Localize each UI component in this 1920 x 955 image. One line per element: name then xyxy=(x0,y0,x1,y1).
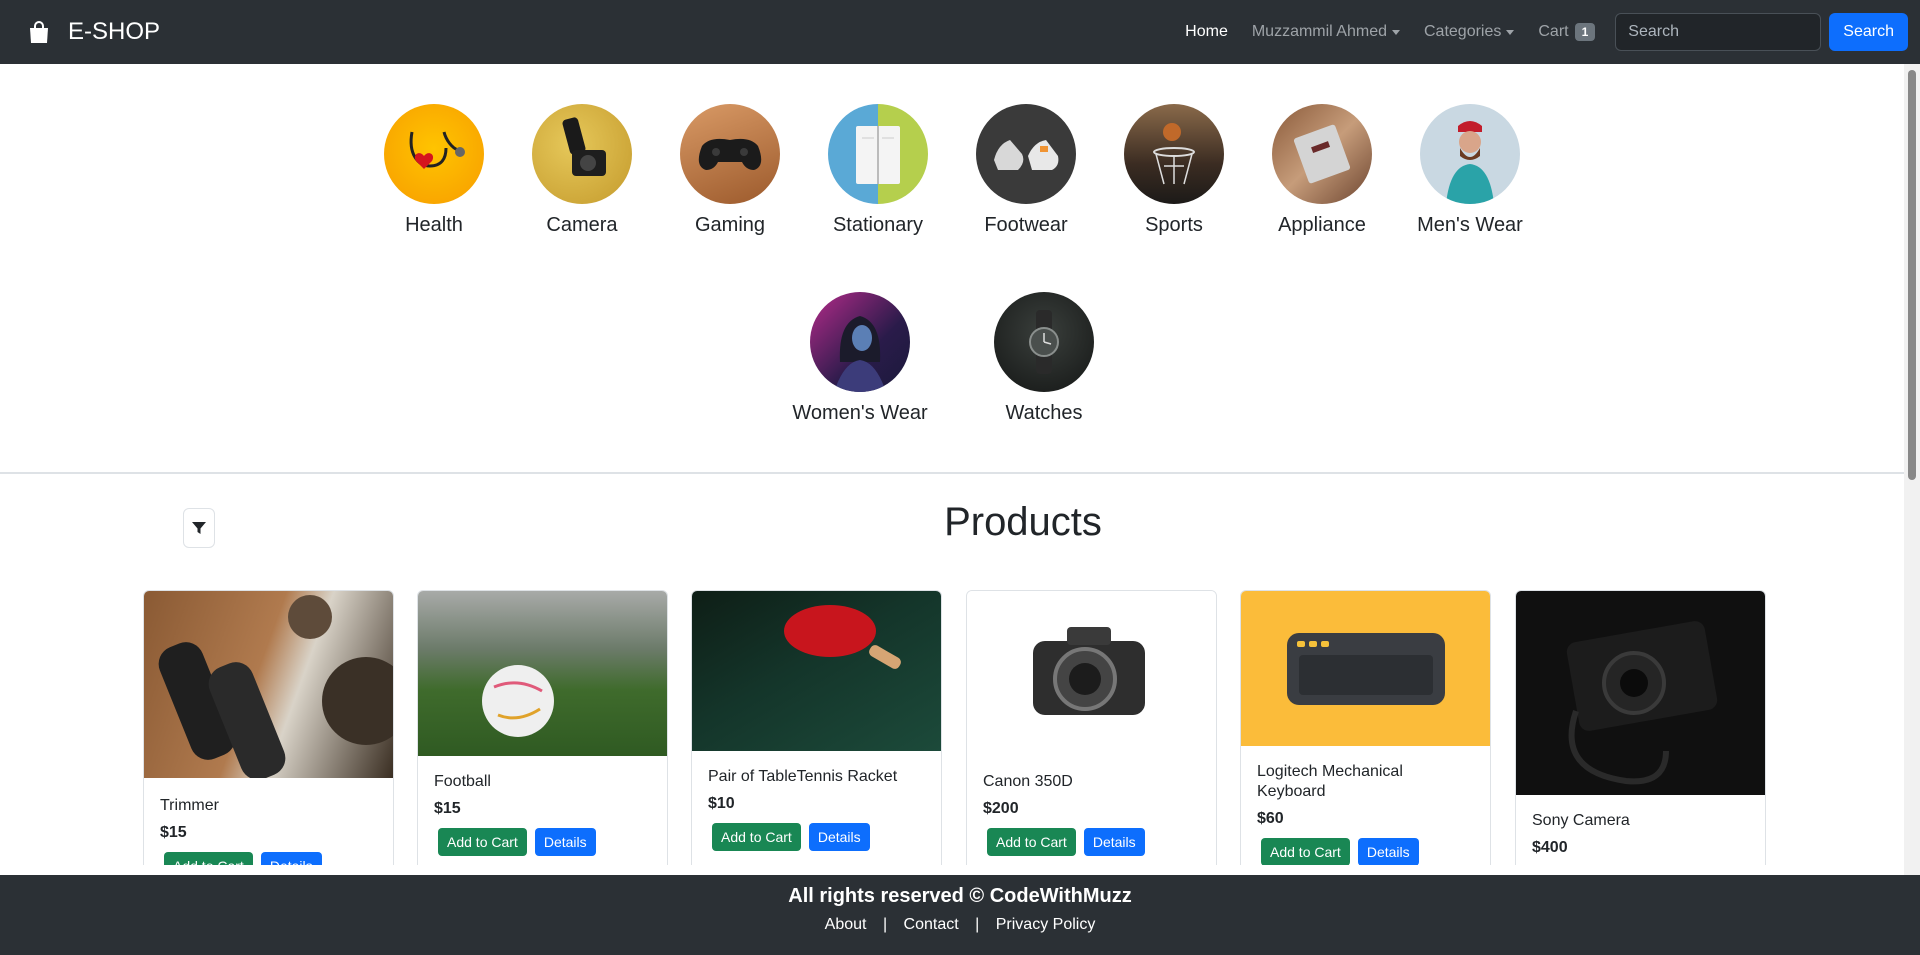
category-row: Health Camera Gaming Stationary Footwear… xyxy=(0,104,1904,237)
category-label: Stationary xyxy=(832,214,924,236)
womens-wear-icon xyxy=(810,292,910,392)
user-menu[interactable]: Muzzammil Ahmed xyxy=(1252,23,1400,41)
product-price: $200 xyxy=(983,800,1019,817)
mens-wear-icon xyxy=(1420,104,1520,204)
add-to-cart-button[interactable]: Add to Cart xyxy=(438,828,527,856)
page-scrollbar[interactable] xyxy=(1904,64,1920,875)
navbar: E-SHOP Home Muzzammil Ahmed Categories C… xyxy=(0,0,1920,64)
footer: All rights reserved © CodeWithMuzz About… xyxy=(0,875,1920,955)
section-divider xyxy=(0,472,1904,474)
category-label: Men's Wear xyxy=(1417,214,1523,236)
category-row: Women's Wear Watches xyxy=(0,292,1904,425)
chevron-down-icon xyxy=(1392,29,1400,35)
scrollbar-thumb[interactable] xyxy=(1908,70,1916,480)
add-to-cart-button[interactable]: Add to Cart xyxy=(1261,838,1350,865)
search-input[interactable] xyxy=(1615,13,1822,51)
stethoscope-icon xyxy=(384,104,484,204)
brand-name: E-SHOP xyxy=(68,18,161,45)
cart-link[interactable]: Cart 1 xyxy=(1538,23,1596,41)
footer-contact-link[interactable]: Contact xyxy=(904,916,959,933)
product-card: Football $15 Add to Cart Details xyxy=(417,590,668,865)
search-button[interactable]: Search xyxy=(1829,13,1908,51)
details-button[interactable]: Details xyxy=(1083,828,1145,856)
category-health[interactable]: Health xyxy=(360,104,508,237)
cart-label: Cart xyxy=(1538,23,1569,40)
product-image-trimmer xyxy=(144,591,393,778)
details-button[interactable]: Details xyxy=(808,823,870,851)
product-title: Logitech Mechanical Keyboard xyxy=(1257,763,1403,800)
add-to-cart-button[interactable]: Add to Cart xyxy=(164,852,253,865)
basketball-icon xyxy=(1124,104,1224,204)
shopping-bag-icon xyxy=(30,21,48,43)
product-title: Football xyxy=(434,773,491,790)
appliance-icon xyxy=(1272,104,1372,204)
category-watches[interactable]: Watches xyxy=(952,292,1136,425)
footer-links: About | Contact | Privacy Policy xyxy=(0,916,1920,934)
product-image-logitech-keyboard xyxy=(1241,591,1490,746)
category-camera[interactable]: Camera xyxy=(508,104,656,237)
nav-home-link[interactable]: Home xyxy=(1185,23,1228,41)
product-price: $15 xyxy=(434,800,461,817)
product-title: Canon 350D xyxy=(983,773,1073,790)
category-gaming[interactable]: Gaming xyxy=(656,104,804,237)
camera-icon xyxy=(532,104,632,204)
footer-separator: | xyxy=(975,916,980,933)
category-label: Appliance xyxy=(1278,214,1366,236)
product-price: $400 xyxy=(1532,839,1568,856)
sneaker-icon xyxy=(976,104,1076,204)
product-card: Canon 350D $200 Add to Cart Details xyxy=(966,590,1217,865)
footer-separator: | xyxy=(882,916,888,933)
product-card: Sony Camera $400 Add to Cart Details xyxy=(1515,590,1766,865)
category-label: Camera xyxy=(546,214,618,236)
category-label: Health xyxy=(405,214,463,236)
category-mens-wear[interactable]: Men's Wear xyxy=(1396,104,1544,237)
category-label: Gaming xyxy=(694,214,766,236)
add-to-cart-button[interactable]: Add to Cart xyxy=(987,828,1076,856)
category-sports[interactable]: Sports xyxy=(1100,104,1248,237)
chevron-down-icon xyxy=(1506,29,1515,35)
product-image-canon-camera xyxy=(967,591,1216,756)
category-label: Women's Wear xyxy=(792,402,928,424)
add-to-cart-button[interactable]: Add to Cart xyxy=(712,823,801,851)
product-title: Trimmer xyxy=(160,797,219,814)
brand[interactable]: E-SHOP xyxy=(28,18,160,46)
footer-about-link[interactable]: About xyxy=(825,916,867,933)
category-womens-wear[interactable]: Women's Wear xyxy=(768,292,952,425)
category-appliance[interactable]: Appliance xyxy=(1248,104,1396,237)
product-grid: Trimmer $15 Add to Cart Details Football… xyxy=(0,588,1904,865)
details-button[interactable]: Details xyxy=(260,852,322,865)
product-title: Pair of TableTennis Racket xyxy=(708,768,898,785)
watch-icon xyxy=(994,292,1094,392)
product-title: Sony Camera xyxy=(1532,812,1630,829)
footer-copyright: All rights reserved © CodeWithMuzz xyxy=(788,885,1132,907)
details-button[interactable]: Details xyxy=(1357,838,1419,865)
product-image-sony-camera xyxy=(1516,591,1765,795)
categories-menu[interactable]: Categories xyxy=(1424,23,1515,41)
category-stationary[interactable]: Stationary xyxy=(804,104,952,237)
products-heading: Products xyxy=(944,500,1102,544)
product-card: Logitech Mechanical Keyboard $60 Add to … xyxy=(1240,590,1491,865)
footer-privacy-link[interactable]: Privacy Policy xyxy=(996,916,1096,933)
category-footwear[interactable]: Footwear xyxy=(952,104,1100,237)
product-card: Trimmer $15 Add to Cart Details xyxy=(143,590,394,865)
user-menu-label: Muzzammil Ahmed xyxy=(1251,23,1387,40)
nav-links: Home Muzzammil Ahmed Categories Cart 1 S… xyxy=(1185,0,1920,64)
product-price: $15 xyxy=(160,824,187,841)
product-price: $10 xyxy=(708,795,735,812)
product-image-table-tennis-racket xyxy=(692,591,941,751)
category-label: Watches xyxy=(1005,402,1083,424)
details-button[interactable]: Details xyxy=(534,828,596,856)
categories-menu-label: Categories xyxy=(1424,23,1502,40)
cart-count-badge: 1 xyxy=(1574,23,1596,41)
category-label: Footwear xyxy=(984,214,1068,236)
notebook-icon xyxy=(828,104,928,204)
product-image-football xyxy=(418,591,667,756)
product-card: Pair of TableTennis Racket $10 Add to Ca… xyxy=(691,590,942,865)
gamepad-icon xyxy=(680,104,780,204)
category-label: Sports xyxy=(1145,214,1203,236)
product-price: $60 xyxy=(1257,810,1284,827)
